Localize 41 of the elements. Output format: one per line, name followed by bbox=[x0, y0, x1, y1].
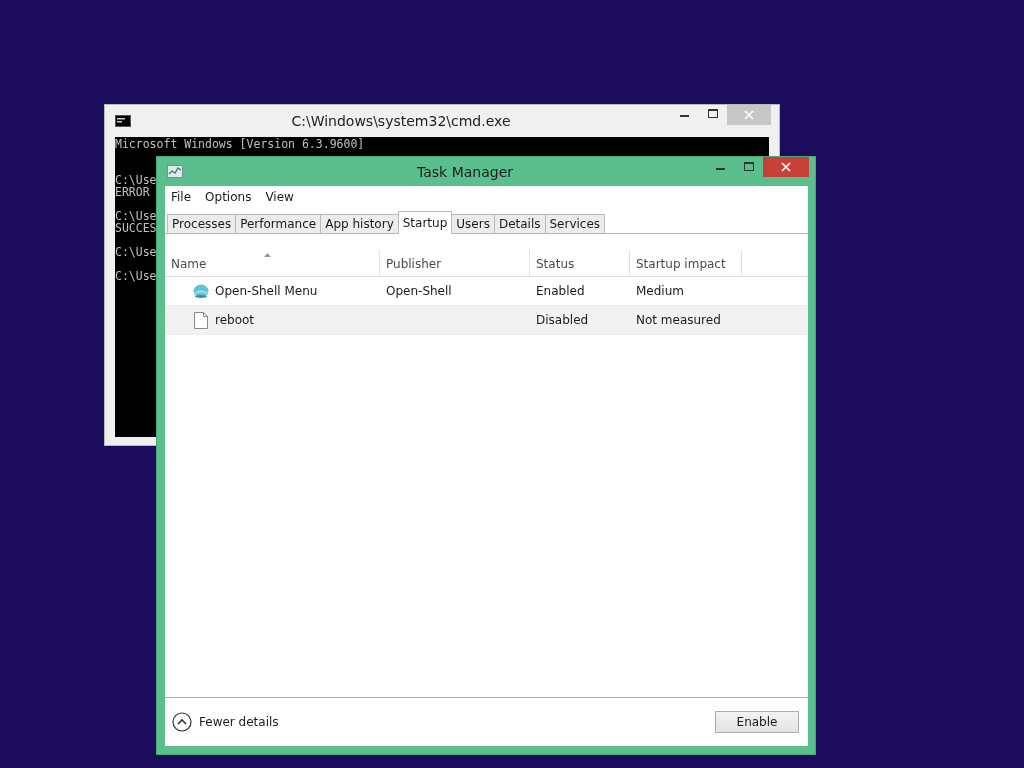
column-header[interactable]: Publisher bbox=[380, 250, 530, 276]
window-title: Task Manager bbox=[416, 163, 514, 180]
console-icon bbox=[115, 115, 131, 127]
tab[interactable]: Startup bbox=[397, 211, 453, 234]
tab[interactable]: Users bbox=[451, 214, 495, 233]
tab[interactable]: App history bbox=[320, 214, 399, 233]
console-line: SUCCES bbox=[115, 221, 157, 235]
tab[interactable]: Services bbox=[544, 214, 606, 233]
table-cell: Medium bbox=[636, 284, 684, 298]
console-line: C:\Use bbox=[115, 245, 157, 259]
tab[interactable]: Processes bbox=[167, 214, 237, 233]
file-icon bbox=[193, 311, 209, 329]
tab[interactable]: Performance bbox=[235, 214, 322, 233]
console-line: C:\Use bbox=[115, 173, 157, 187]
fewer-details-link[interactable]: Fewer details bbox=[199, 715, 708, 729]
table-cell: Disabled bbox=[536, 313, 589, 327]
console-line: C:\Use bbox=[115, 209, 157, 223]
menu-item[interactable]: File bbox=[171, 190, 192, 204]
enable-button[interactable]: Enable bbox=[715, 711, 799, 733]
table-cell: Enabled bbox=[536, 284, 585, 298]
shell-icon bbox=[193, 284, 209, 298]
table-row[interactable]: reboot Disabled Not measured bbox=[165, 306, 808, 335]
console-line: Microsoft Windows [Version 6.3.9600] bbox=[115, 137, 365, 151]
console-line: C:\Use bbox=[115, 269, 157, 283]
column-header[interactable]: Status bbox=[530, 250, 630, 276]
tab[interactable]: Details bbox=[493, 214, 546, 233]
chart-icon bbox=[167, 164, 183, 179]
window-title: C:\Windows\system32\cmd.exe bbox=[290, 113, 512, 129]
collapse-icon[interactable] bbox=[172, 712, 192, 732]
column-header[interactable]: Startup impact bbox=[630, 250, 742, 276]
table-cell: Open-Shell bbox=[386, 284, 452, 298]
sort-arrow-icon bbox=[264, 253, 271, 257]
table-cell: reboot bbox=[215, 313, 255, 327]
table-cell: Open-Shell Menu bbox=[215, 284, 318, 298]
table-cell: Not measured bbox=[636, 313, 721, 327]
menu-item[interactable]: Options bbox=[205, 190, 252, 204]
close-button[interactable] bbox=[763, 157, 809, 177]
close-icon bbox=[744, 110, 754, 120]
close-icon bbox=[781, 162, 791, 172]
menu-item[interactable]: View bbox=[265, 190, 294, 204]
console-line: ERROR bbox=[115, 185, 150, 199]
